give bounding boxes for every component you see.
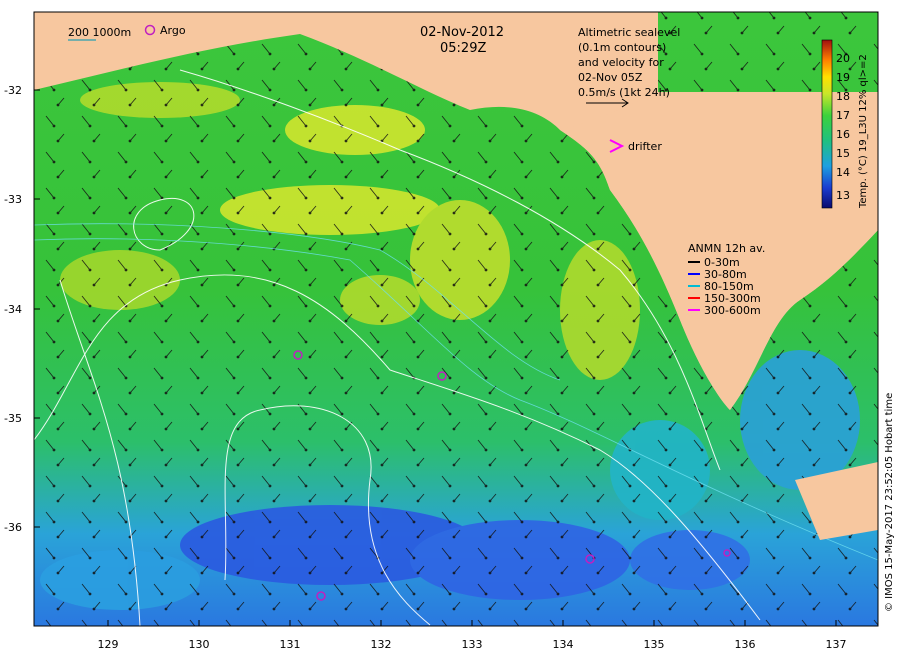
colorbar-title: Temp. (°C) 19_L3U 12% ql>=2 — [858, 54, 869, 209]
map-date: 02-Nov-2012 — [420, 25, 504, 40]
x-tick-label: 136 — [735, 638, 756, 651]
y-tick-label: -35 — [4, 412, 22, 425]
colorbar-gradient — [821, 39, 833, 209]
argo-label: Argo — [160, 24, 186, 37]
x-tick-label: 135 — [644, 638, 665, 651]
x-tick-label: 130 — [189, 638, 210, 651]
y-tick-label: -36 — [4, 521, 22, 534]
depth-scale-legend: 200 1000m — [68, 26, 131, 41]
x-tick-label: 131 — [280, 638, 301, 651]
colorbar-tick: 17 — [836, 109, 850, 122]
sst-map: -32 -33 -34 -35 -36 129 130 131 132 133 … — [4, 11, 895, 651]
credit-text: © IMOS 15-May-2017 23:52:05 Hobart time — [884, 393, 895, 612]
x-tick-label: 134 — [553, 638, 574, 651]
y-tick-label: -33 — [4, 193, 22, 206]
colorbar-tick: 15 — [836, 147, 850, 160]
map-time: 05:29Z — [440, 41, 486, 56]
drifter-label: drifter — [628, 140, 662, 153]
anmn-legend-title: ANMN 12h av. — [688, 242, 765, 255]
y-tick-label: -34 — [4, 303, 22, 316]
colorbar-tick: 13 — [836, 189, 850, 202]
y-tick-label: -32 — [4, 84, 22, 97]
altimetry-line: 02-Nov 05Z — [578, 71, 643, 84]
x-tick-label: 129 — [98, 638, 119, 651]
colorbar-tick: 14 — [836, 166, 850, 179]
colorbar-tick: 18 — [836, 90, 850, 103]
x-tick-label: 137 — [826, 638, 847, 651]
anmn-legend-item: 300-600m — [704, 304, 761, 317]
altimetry-line: (0.1m contours) — [578, 41, 666, 54]
x-tick-label: 133 — [462, 638, 483, 651]
x-tick-label: 132 — [371, 638, 392, 651]
colorbar-tick: 19 — [836, 71, 850, 84]
colorbar-tick: 16 — [836, 128, 850, 141]
altimetry-line: Altimetric sealevel — [578, 26, 680, 39]
vector-scale-label: 0.5m/s (1kt 24h) — [578, 86, 670, 99]
colorbar-tick: 20 — [836, 52, 850, 65]
altimetry-line: and velocity for — [578, 56, 664, 69]
depth-scale-label: 200 1000m — [68, 26, 131, 39]
